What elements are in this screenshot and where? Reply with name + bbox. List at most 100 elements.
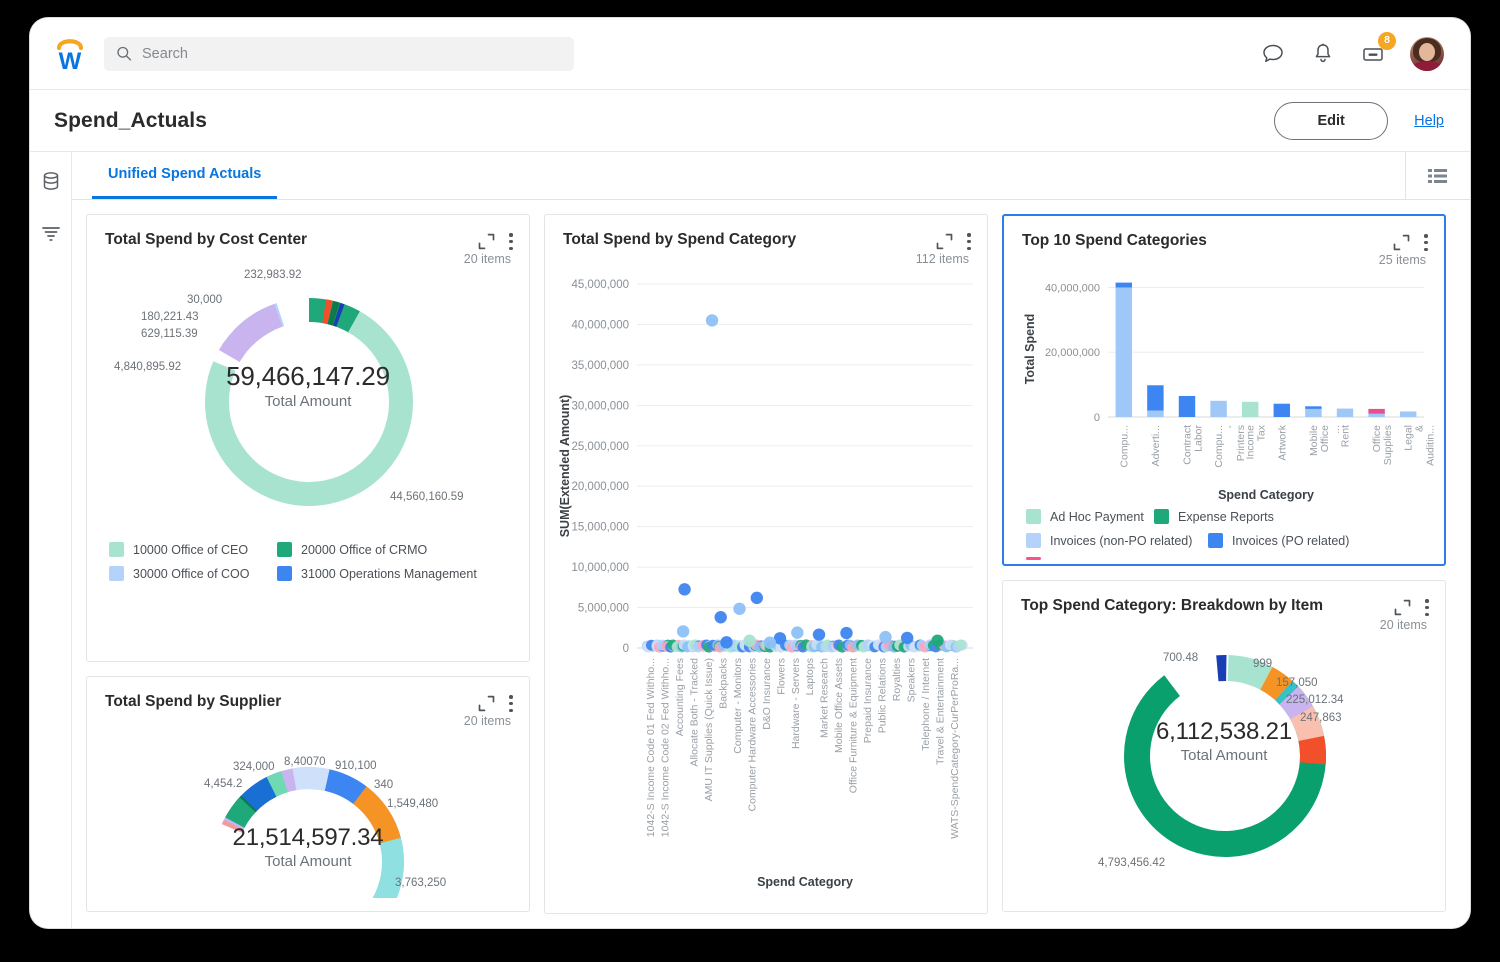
bar-segment[interactable]	[1368, 414, 1384, 417]
bar-segment[interactable]	[1274, 404, 1290, 417]
legend-item-invoices-po-related[interactable]: Invoices (PO related)	[1208, 533, 1349, 548]
search-icon	[116, 45, 132, 62]
scatter-point[interactable]	[879, 631, 891, 643]
scatter-point[interactable]	[677, 625, 689, 637]
legend-item-expense-reports[interactable]: Expense Reports	[1154, 509, 1274, 524]
x-axis-tick: IncomeTax	[1245, 424, 1268, 459]
bar-segment[interactable]	[1147, 411, 1163, 417]
legend-label: Invoices (PO related)	[1232, 534, 1349, 548]
donut-chart-breakdown[interactable]: 6,112,538.21 Total Amount 700.48 999 157…	[1003, 632, 1445, 894]
list-view-icon[interactable]	[1428, 168, 1448, 184]
y-axis-tick: 40,000,000	[1045, 282, 1100, 294]
legend-swatch	[109, 566, 124, 581]
scatter-point[interactable]	[733, 603, 745, 615]
chat-icon[interactable]	[1260, 41, 1286, 67]
app-window: W	[30, 18, 1470, 928]
more-options-icon[interactable]	[1424, 234, 1428, 251]
legend-label: 10000 Office of CEO	[133, 543, 248, 557]
x-axis-tick: D&O Insurance	[761, 658, 773, 730]
expand-icon[interactable]	[478, 695, 495, 712]
expand-icon[interactable]	[478, 233, 495, 250]
scatter-point[interactable]	[840, 627, 852, 639]
item-count: 20 items	[87, 250, 529, 266]
scatter-chart-spend-category[interactable]: 05,000,00010,000,00015,000,00020,000,000…	[545, 266, 988, 896]
donut-total-value: 6,112,538.21	[1003, 718, 1445, 746]
x-axis-tick: Hardware - Servers	[790, 658, 802, 749]
scatter-point[interactable]	[720, 636, 732, 648]
donut-total-label: Total Amount	[87, 393, 529, 410]
item-count: 20 items	[87, 712, 529, 728]
scatter-point[interactable]	[751, 592, 763, 604]
card-header: Total Spend by Supplier	[87, 677, 529, 712]
help-link[interactable]: Help	[1414, 113, 1444, 129]
scatter-point[interactable]	[813, 628, 825, 640]
legend-item-30000-office-of-coo[interactable]: 30000 Office of COO	[109, 566, 277, 581]
more-options-icon[interactable]	[1425, 599, 1429, 616]
scatter-point[interactable]	[764, 637, 776, 649]
scatter-point[interactable]	[706, 314, 718, 326]
page-body: Unified Spend Actuals	[30, 152, 1470, 928]
bar-segment[interactable]	[1368, 409, 1384, 414]
donut-chart-supplier[interactable]: 21,514,597.34 Total Amount 324,000 8,400…	[87, 728, 529, 898]
legend-row: 10000 Office of CEO 20000 Office of CRMO	[109, 542, 513, 557]
workday-logo[interactable]: W	[48, 31, 92, 77]
legend-item-20000-office-of-crmo[interactable]: 20000 Office of CRMO	[277, 542, 427, 557]
more-options-icon[interactable]	[509, 233, 513, 250]
bell-icon[interactable]	[1310, 41, 1336, 67]
bar-segment[interactable]	[1305, 406, 1321, 409]
svg-text:W: W	[59, 48, 82, 75]
x-axis-tick: Market Research	[819, 658, 831, 738]
bar-segment[interactable]	[1242, 402, 1258, 417]
legend-overflow-indicator[interactable]	[1026, 557, 1041, 560]
more-options-icon[interactable]	[967, 233, 971, 250]
x-axis-tick: Legal&Auditin...	[1403, 425, 1437, 466]
bar-chart-top-10[interactable]: 020,000,00040,000,000Total SpendCompu...…	[1004, 267, 1444, 507]
expand-icon[interactable]	[1394, 599, 1411, 616]
bar-segment[interactable]	[1210, 401, 1226, 417]
bar-segment[interactable]	[1116, 287, 1132, 417]
card-top-10-spend-categories[interactable]: Top 10 Spend Categories	[1002, 214, 1446, 566]
scatter-point[interactable]	[901, 632, 913, 644]
donut-label-840070: 8,40070	[284, 756, 326, 768]
bar-segment[interactable]	[1337, 409, 1353, 417]
card-total-spend-by-supplier[interactable]: Total Spend by Supplier	[86, 676, 530, 912]
legend-item-31000-operations-management[interactable]: 31000 Operations Management	[277, 566, 477, 581]
item-count: 112 items	[545, 250, 987, 266]
legend-item-ad-hoc-payment[interactable]: Ad Hoc Payment	[1026, 509, 1154, 524]
bar-segment[interactable]	[1305, 409, 1321, 417]
scatter-point[interactable]	[743, 635, 755, 647]
scatter-point[interactable]	[715, 611, 727, 623]
filter-icon[interactable]	[40, 222, 62, 244]
bar-segment[interactable]	[1179, 396, 1195, 417]
legend-swatch	[1026, 509, 1041, 524]
card-total-spend-by-spend-category[interactable]: Total Spend by Spend Category	[544, 214, 988, 914]
scatter-point[interactable]	[791, 626, 803, 638]
x-axis-tick: MobileOffice...	[1308, 425, 1342, 456]
more-options-icon[interactable]	[509, 695, 513, 712]
legend-item-invoices-non-po-related[interactable]: Invoices (non-PO related)	[1026, 533, 1208, 548]
x-axis-tick: Accounting Fees	[674, 658, 686, 736]
x-axis-tick: 1042-S Income Code 02 Fed Withho...	[660, 658, 672, 837]
avatar[interactable]	[1410, 37, 1444, 71]
expand-icon[interactable]	[936, 233, 953, 250]
search-input[interactable]	[142, 46, 562, 62]
expand-icon[interactable]	[1393, 234, 1410, 251]
card-title: Top Spend Category: Breakdown by Item	[1021, 597, 1323, 616]
scatter-point[interactable]	[931, 635, 943, 647]
data-source-icon[interactable]	[40, 170, 62, 192]
y-axis-title: SUM(Extended Amount)	[558, 395, 572, 538]
card-top-spend-category-breakdown[interactable]: Top Spend Category: Breakdown by Item	[1002, 580, 1446, 912]
x-axis-tick: Allocate Both - Tracked	[689, 658, 701, 767]
donut-chart-cost-center[interactable]: 59,466,147.29 Total Amount 232,983.92 30…	[87, 266, 529, 538]
donut-label-324000: 324,000	[233, 761, 275, 773]
bar-segment[interactable]	[1116, 283, 1132, 288]
search-box[interactable]	[104, 37, 574, 71]
tab-unified-spend-actuals[interactable]: Unified Spend Actuals	[92, 152, 277, 199]
scatter-point[interactable]	[678, 583, 690, 595]
bar-segment[interactable]	[1147, 385, 1163, 410]
inbox-icon[interactable]: 8	[1360, 41, 1386, 67]
bar-segment[interactable]	[1400, 411, 1416, 417]
card-total-spend-by-cost-center[interactable]: Total Spend by Cost Center	[86, 214, 530, 662]
legend-item-10000-office-of-ceo[interactable]: 10000 Office of CEO	[109, 542, 277, 557]
edit-button[interactable]: Edit	[1274, 102, 1388, 140]
